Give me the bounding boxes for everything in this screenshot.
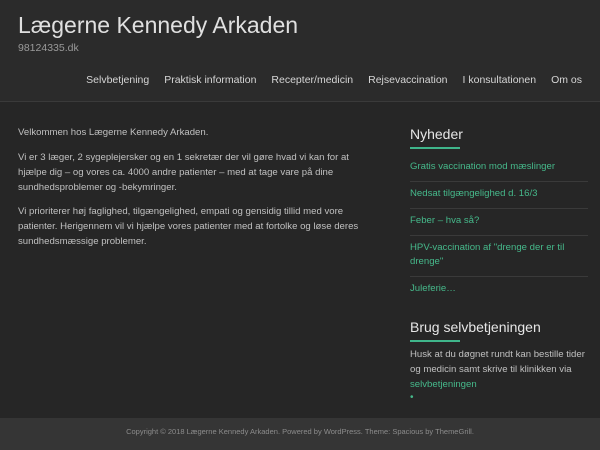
priorities-paragraph: Vi prioriterer høj faglighed, tilgængeli… — [18, 206, 359, 248]
self-service-link[interactable]: selvbetjeningen — [410, 379, 477, 390]
nav-item-recepter-medicin[interactable]: Recepter/medicin — [271, 74, 353, 86]
nav-item-i-konsultationen[interactable]: I konsultationen — [463, 74, 537, 86]
news-item-juleferie[interactable]: Juleferie… — [410, 277, 588, 303]
site-title[interactable]: Lægerne Kennedy Arkaden — [18, 12, 298, 39]
footer-wordpress-link[interactable]: WordPress — [324, 427, 361, 436]
footer-theme-text: . Theme: Spacious by — [360, 427, 436, 436]
main-content: Velkommen hos Lægerne Kennedy Arkaden. V… — [18, 126, 378, 260]
footer-copyright-prefix: Copyright © 2018 — [126, 427, 187, 436]
nav-item-praktisk-information[interactable]: Praktisk information — [164, 74, 256, 86]
welcome-paragraph: Velkommen hos Lægerne Kennedy Arkaden. — [18, 127, 209, 138]
nav-item-rejsevaccination[interactable]: Rejsevaccination — [368, 74, 447, 86]
news-item-nedsat-tilgaengelighed[interactable]: Nedsat tilgængelighed d. 16/3 — [410, 182, 588, 209]
footer-site-link[interactable]: Lægerne Kennedy Arkaden — [187, 427, 278, 436]
footer-themegrill-link[interactable]: ThemeGrill — [435, 427, 472, 436]
footer-powered-by: . Powered by — [277, 427, 324, 436]
news-item-gratis-vaccination[interactable]: Gratis vaccination mod mæslinger — [410, 155, 588, 182]
site-footer: Copyright © 2018 Lægerne Kennedy Arkaden… — [0, 418, 600, 450]
sidebar: Nyheder Gratis vaccination mod mæslinger… — [410, 126, 588, 403]
news-item-feber[interactable]: Feber – hva så? — [410, 209, 588, 236]
news-widget: Nyheder Gratis vaccination mod mæslinger… — [410, 126, 588, 303]
news-widget-title: Nyheder — [410, 126, 588, 149]
self-service-widget-title: Brug selvbetjeningen — [410, 319, 588, 343]
news-item-hpv-vaccination[interactable]: HPV-vaccination af "drenge der er til dr… — [410, 236, 588, 278]
site-header: Lægerne Kennedy Arkaden 98124335.dk Selv… — [0, 0, 600, 102]
nav-item-om-os[interactable]: Om os — [551, 74, 582, 86]
self-service-description: Husk at du døgnet rundt kan bestille tid… — [410, 349, 585, 376]
staff-paragraph: Vi er 3 læger, 2 sygeplejersker og en 1 … — [18, 151, 349, 193]
site-description: 98124335.dk — [18, 42, 79, 54]
footer-suffix: . — [471, 427, 474, 436]
news-list: Gratis vaccination mod mæslinger Nedsat … — [410, 155, 588, 303]
self-service-text: Husk at du døgnet rundt kan bestille tid… — [410, 348, 588, 393]
self-service-widget: Brug selvbetjeningen Husk at du døgnet r… — [410, 319, 588, 403]
bullet-icon: • — [410, 391, 414, 403]
main-navigation: Selvbetjening Praktisk information Recep… — [71, 74, 582, 86]
nav-item-selvbetjening[interactable]: Selvbetjening — [86, 74, 149, 86]
